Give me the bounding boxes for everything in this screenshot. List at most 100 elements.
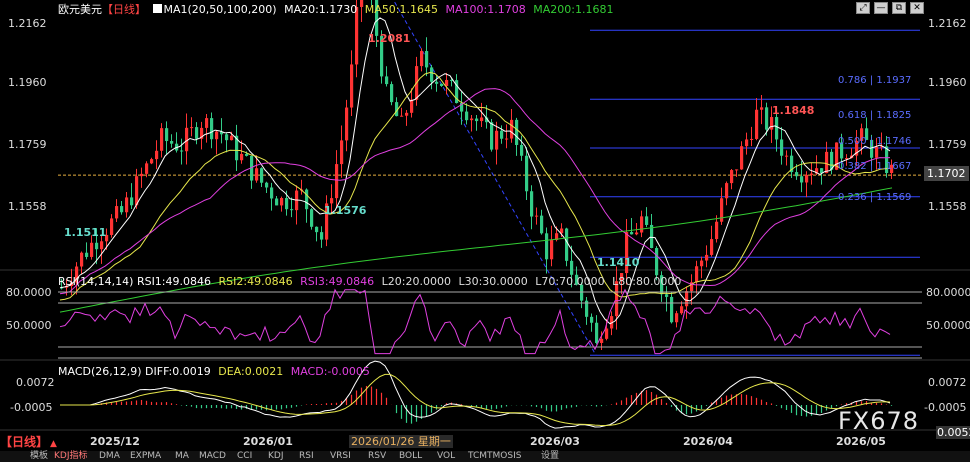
time-label-5: 2026/05 (836, 435, 886, 448)
period-tag-bottom[interactable]: 【日线】 ▲ (0, 436, 57, 449)
candle-body (515, 119, 519, 145)
candle-body (770, 117, 774, 130)
candle-body (570, 260, 574, 275)
ma200-line (59, 187, 893, 313)
annotation-high-1: 1.2081 (368, 32, 411, 45)
expand-button[interactable]: ⤢ (856, 2, 870, 14)
indicator-tab[interactable]: TCMTMOSIS (468, 451, 521, 461)
candle-body (875, 146, 879, 158)
candle-body (755, 109, 759, 139)
ma200-value: MA200:1.1681 (533, 3, 614, 16)
restore-button[interactable]: ⧉ (892, 2, 906, 14)
time-label-2: 2026/01 (243, 435, 293, 448)
rsi-l30: L30:30.0000 (458, 275, 528, 288)
indicator-tab[interactable]: CCI (237, 451, 252, 461)
candle-body (155, 150, 159, 160)
rsi-legend: RSI(14,14,14) RSI1:49.0846 RSI2:49.0846 … (58, 276, 681, 287)
ma-label: MA1(20,50,100,200) (163, 3, 277, 16)
candle-body (205, 118, 209, 128)
period-label[interactable]: 【日线】 (102, 3, 146, 16)
fib-label-786: 0.786 | 1.1937 (838, 75, 912, 86)
indicator-tab[interactable]: BOLL (399, 451, 422, 461)
indicator-tab[interactable]: KDJ指标 (54, 451, 88, 461)
indicator-tab[interactable]: EXPMA (130, 451, 161, 461)
candle-body (215, 131, 219, 140)
fib-label-382: 0.382 | 1.1667 (838, 161, 912, 172)
close-button[interactable]: ✕ (910, 2, 924, 14)
fib-label-500: 0.500 | 1.1746 (838, 136, 912, 147)
candle-body (550, 240, 554, 260)
rsi-axis-left-50: 50.0000 (6, 319, 52, 332)
candle-body (340, 140, 344, 165)
candle-body (590, 316, 594, 323)
indicator-tab[interactable]: RSI (299, 451, 314, 461)
rsi-line (59, 288, 891, 355)
current-price-tag: 1.1702 (924, 166, 969, 181)
macd-macd-value: MACD:-0.0005 (290, 365, 370, 378)
candle-body (180, 150, 184, 152)
candle-body (480, 117, 484, 122)
macd-diff-value: DIFF:0.0019 (145, 365, 211, 378)
indicator-tab[interactable]: MACD (199, 451, 226, 461)
macd-axis-left-top: 0.0072 (16, 376, 55, 389)
ma-toggle-icon[interactable] (152, 4, 162, 13)
indicator-tab[interactable]: VOL (437, 451, 455, 461)
candle-body (760, 107, 764, 110)
price-axis-left-3: 1.1759 (8, 138, 47, 151)
annotation-low-2: 1.1576 (324, 204, 367, 217)
time-cursor-date: 2026/01/26 星期一 (349, 435, 453, 448)
candle-body (305, 189, 309, 210)
macd-title: MACD(26,12,9) (58, 365, 142, 378)
candle-body (680, 306, 684, 314)
candle-body (410, 99, 414, 113)
candle-body (540, 215, 544, 234)
candle-body (275, 198, 279, 206)
candle-body (685, 291, 689, 307)
indicator-tab[interactable]: 模板 (30, 451, 48, 461)
candle-body (330, 198, 334, 204)
candle-body (825, 151, 829, 174)
indicator-tab[interactable]: MA (175, 451, 189, 461)
candle-body (280, 198, 284, 206)
price-axis-right-3: 1.1759 (928, 138, 967, 151)
price-axis-left-1: 1.2162 (8, 17, 47, 30)
indicator-tab[interactable]: DMA (99, 451, 120, 461)
candle-body (130, 197, 134, 206)
candle-body (495, 130, 499, 150)
candle-body (425, 51, 429, 68)
candle-body (605, 328, 609, 339)
rsi2-value: RSI2:49.0846 (218, 275, 293, 288)
indicator-tab[interactable]: 设置 (541, 451, 559, 461)
candle-body (500, 130, 504, 139)
ma50-line (59, 71, 891, 301)
candle-body (110, 218, 114, 235)
period-caret-icon: ▲ (50, 439, 57, 449)
candle-body (390, 84, 394, 103)
candle-body (120, 206, 124, 213)
minimize-button[interactable]: — (874, 2, 888, 14)
rsi-axis-left-80: 80.0000 (6, 286, 52, 299)
candle-body (285, 198, 289, 210)
indicator-tab[interactable]: KDJ (268, 451, 284, 461)
candle-body (640, 216, 644, 233)
candle-body (405, 112, 409, 116)
candle-body (430, 67, 434, 82)
candle-body (705, 254, 709, 261)
time-label-4: 2026/04 (683, 435, 733, 448)
rsi-axis-right-50: 50.0000 (926, 319, 970, 332)
candle-body (385, 76, 389, 85)
candle-body (745, 139, 749, 147)
chart-canvas[interactable] (0, 0, 970, 462)
candle-body (165, 128, 169, 142)
candle-body (85, 252, 89, 257)
ma100-value: MA100:1.1708 (445, 3, 526, 16)
candle-body (650, 224, 654, 249)
candle-body (645, 216, 649, 225)
header-legend: 欧元美元【日线】 MA1(20,50,100,200) MA20:1.1730 … (58, 4, 613, 15)
rsi-l70: L70:70.0000 (535, 275, 605, 288)
rsi-title: RSI(14,14,14) (58, 275, 134, 288)
candle-body (170, 141, 174, 144)
indicator-tab[interactable]: VRSI (330, 451, 351, 461)
candle-body (145, 163, 149, 174)
indicator-tab[interactable]: RSV (368, 451, 386, 461)
